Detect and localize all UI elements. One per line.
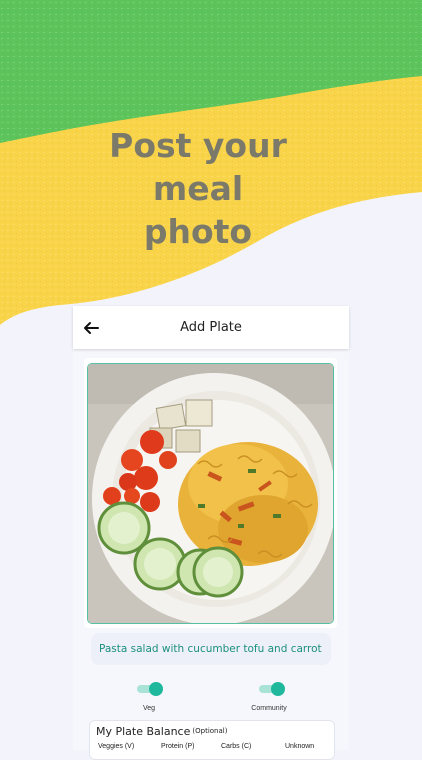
headline-line-1: Post your: [109, 126, 287, 165]
column-protein: Protein (P): [161, 743, 195, 750]
headline: Post your meal photo: [0, 124, 396, 253]
column-carbs: Carbs (C): [221, 743, 252, 750]
plate-balance-heading: My Plate Balance: [96, 725, 191, 738]
veg-toggle[interactable]: [137, 682, 163, 696]
veg-label: Veg: [142, 705, 156, 712]
plate-balance-optional: (Optional): [192, 727, 228, 735]
page-title: Add Plate: [180, 320, 242, 335]
column-veggies: Veggies (V): [98, 743, 135, 750]
plate-balance-card: My Plate Balance (Optional) Veggies (V) P…: [89, 720, 335, 760]
caption-field[interactable]: Pasta salad with cucumber tofu and carro…: [91, 633, 331, 665]
column-unknown: Unknown: [285, 743, 315, 750]
community-toggle[interactable]: [259, 682, 285, 696]
meal-photo-image: [88, 364, 333, 623]
headline-line-3: photo: [143, 212, 253, 251]
caption-text: Pasta salad with cucumber tofu and carro…: [99, 643, 322, 655]
photo-card: [84, 358, 337, 628]
meal-photo[interactable]: [87, 363, 334, 624]
veg-toggle-knob: [149, 682, 163, 696]
app-screen: Add Plate Pasta salad with cucumber tofu…: [73, 306, 349, 760]
headline-line-2: meal: [152, 169, 244, 208]
community-label: Community: [251, 705, 287, 712]
app-bar: Add Plate: [73, 306, 349, 349]
plate-balance-title: My Plate Balance (Optional): [96, 725, 227, 738]
community-toggle-knob: [271, 682, 285, 696]
